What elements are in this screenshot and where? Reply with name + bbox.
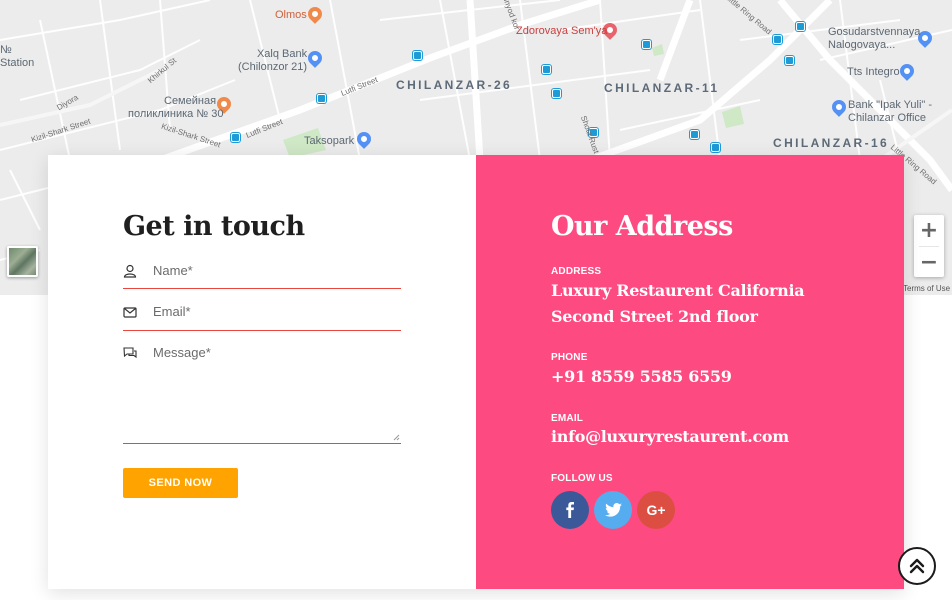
poi-label-line: (Chilonzor 21) <box>238 60 308 73</box>
resize-handle-icon[interactable] <box>393 434 400 441</box>
poi-label-line: Xalq Bank <box>256 48 308 60</box>
address-line-1: Luxury Restaurent California <box>551 281 805 300</box>
name-placeholder: Name* <box>153 263 193 278</box>
transit-stop-icon <box>231 133 240 142</box>
transit-stop-icon <box>317 94 326 103</box>
phone-value[interactable]: +91 8559 5585 6559 <box>551 364 732 390</box>
poi-label: Olmos <box>275 9 307 21</box>
user-icon <box>123 264 137 278</box>
satellite-toggle-button[interactable] <box>7 246 38 277</box>
poi-label-line: Nalogovaya... <box>828 38 896 51</box>
google-plus-button[interactable]: G+ <box>637 491 675 529</box>
poi-label-line: поликлиника № 30 <box>128 107 224 120</box>
email-label: EMAIL <box>551 413 584 424</box>
address-panel: Our Address ADDRESS Luxury Restaurent Ca… <box>476 155 904 589</box>
page: CHILANZAR-26 CHILANZAR-11 CHILANZAR-16 O… <box>0 0 952 600</box>
zoom-in-button[interactable]: + <box>914 215 944 246</box>
message-placeholder: Message* <box>153 345 211 360</box>
poi-label: Gosudarstvennaya Nalogovaya... <box>828 26 920 51</box>
transit-stop-icon <box>552 89 561 98</box>
poi-label: Bank "Ipak Yuli" - Chilanzar Office <box>848 99 932 124</box>
poi-label: Tts Integro <box>847 66 900 78</box>
email-value[interactable]: info@luxuryrestaurent.com <box>551 424 789 450</box>
google-plus-icon: G+ <box>646 502 666 518</box>
district-label: CHILANZAR-26 <box>396 78 513 92</box>
address-title: Our Address <box>551 211 733 242</box>
poi-label: Zdorovaya Sem'ya <box>516 25 608 37</box>
poi-label: Taksopark <box>304 135 355 147</box>
twitter-button[interactable] <box>594 491 632 529</box>
transit-stop-icon <box>690 130 699 139</box>
poi-label-line: Bank "Ipak Yuli" - <box>848 99 933 111</box>
transit-stop-icon <box>711 143 720 152</box>
zoom-control: + − <box>914 215 944 277</box>
transit-stop-icon <box>413 51 422 60</box>
facebook-icon <box>566 502 574 518</box>
social-links: G+ <box>551 491 675 529</box>
facebook-button[interactable] <box>551 491 589 529</box>
transit-stop-icon <box>785 56 794 65</box>
transit-stop-icon <box>796 22 805 31</box>
transit-stop-icon <box>642 40 651 49</box>
poi-label: Xalq Bank (Chilonzor 21) <box>238 48 307 73</box>
poi-label-line: Gosudarstvennaya <box>828 26 921 38</box>
twitter-icon <box>604 503 622 517</box>
poi-label-line: № <box>0 44 12 56</box>
zoom-out-button[interactable]: − <box>914 247 944 278</box>
poi-label: № Station <box>0 44 34 69</box>
terms-link[interactable]: Terms of Use <box>903 284 950 293</box>
double-chevron-up-icon <box>909 558 925 574</box>
transit-stop-icon <box>773 35 782 44</box>
email-field[interactable]: Email* <box>123 304 401 331</box>
form-title: Get in touch <box>123 211 305 242</box>
district-label: CHILANZAR-11 <box>604 81 720 95</box>
follow-label: FOLLOW US <box>551 473 613 484</box>
scroll-to-top-button[interactable] <box>898 547 936 585</box>
envelope-icon <box>123 307 137 318</box>
name-field[interactable]: Name* <box>123 263 401 289</box>
phone-label: PHONE <box>551 352 588 363</box>
poi-label-line: Chilanzar Office <box>848 111 927 124</box>
address-line-2: Second Street 2nd floor <box>551 307 758 326</box>
chat-icon <box>123 347 137 359</box>
poi-label-line: Station <box>0 56 35 69</box>
contact-form: Get in touch Name* Email* Message* SEND … <box>48 155 476 589</box>
send-now-button[interactable]: SEND NOW <box>123 468 238 498</box>
poi-label-line: Семейная <box>164 95 217 107</box>
address-label: ADDRESS <box>551 266 602 277</box>
poi-label: Семейная поликлиника № 30 <box>128 95 223 120</box>
message-field[interactable]: Message* <box>123 345 401 444</box>
district-label: CHILANZAR-16 <box>773 136 890 150</box>
transit-stop-icon <box>542 65 551 74</box>
email-placeholder: Email* <box>153 304 191 319</box>
contact-card: Get in touch Name* Email* Message* SEND … <box>48 155 904 589</box>
